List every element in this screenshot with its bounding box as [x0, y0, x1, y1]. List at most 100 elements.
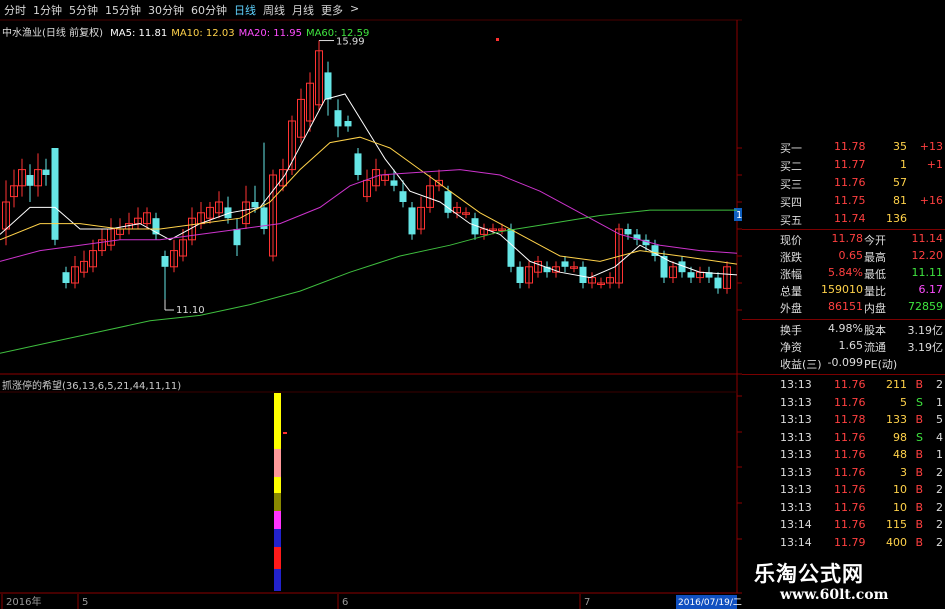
stat-row: 涨幅 5.84% 最低 11.11 — [742, 266, 945, 281]
indicator-bar-segment — [274, 449, 281, 477]
candle-body-down — [561, 261, 569, 267]
indicator-bar-segment — [274, 569, 281, 591]
tick-price: 11.79 — [834, 535, 866, 549]
indicator-bar-segment — [274, 529, 281, 547]
tick-time: 13:14 — [780, 535, 812, 549]
candle-body-down — [390, 180, 398, 186]
tick-side: S — [916, 430, 923, 444]
stat-value: 3.19亿 — [907, 341, 944, 354]
indicator-marker — [283, 432, 287, 434]
stat-label: PE(动) — [864, 358, 898, 371]
watermark: 乐淘公式网 www.60lt.com — [742, 555, 945, 609]
tick-price: 11.76 — [834, 465, 866, 479]
tick-time: 13:13 — [780, 483, 812, 496]
tick-row: 13:13 11.76 211 B 2 — [742, 378, 945, 393]
tick-time: 13:14 — [780, 518, 812, 531]
order-price: 11.77 — [834, 158, 866, 171]
stat-label: 现价 — [780, 234, 802, 247]
stat-value: 86151 — [828, 300, 863, 313]
candle-body-down — [687, 272, 695, 278]
tick-price: 11.76 — [834, 483, 866, 496]
candle-body-down — [62, 272, 70, 283]
tick-side: B — [915, 448, 923, 461]
tick-row: 13:13 11.76 10 B 2 — [742, 483, 945, 498]
tick-row: 13:13 11.76 5 S 1 — [742, 396, 945, 411]
tick-price: 11.78 — [834, 413, 866, 426]
candle-body-down — [624, 229, 632, 235]
order-volume: 1 — [900, 158, 907, 171]
indicator-bar-segment — [274, 393, 281, 449]
candle-body-down — [714, 277, 722, 289]
order-volume: 35 — [893, 140, 907, 153]
tick-volume: 48 — [893, 448, 907, 461]
order-change: +13 — [919, 140, 943, 153]
stat-label: 最高 — [864, 251, 886, 264]
tick-volume: 98 — [893, 430, 907, 444]
tick-time: 13:13 — [780, 465, 812, 479]
tick-count: 2 — [936, 465, 943, 479]
stat-row: 净资 1.65 流通 3.19亿 — [742, 339, 945, 354]
tick-row: 13:13 11.76 10 B 2 — [742, 501, 945, 516]
quote-separator — [742, 374, 945, 375]
stat-value: 1.65 — [838, 339, 864, 352]
tick-count: 2 — [936, 500, 943, 514]
stat-value: 5.84% — [828, 266, 863, 279]
tick-side: B — [915, 483, 923, 496]
stat-value: 12.20 — [911, 249, 944, 262]
tick-volume: 10 — [893, 483, 907, 496]
indicator-title: 抓涨停的希望(36,13,6,5,21,44,11,11) — [2, 381, 182, 392]
order-change: +1 — [926, 158, 943, 171]
indicator-bar-segment — [274, 547, 281, 569]
order-label: 买三 — [780, 178, 802, 191]
stat-row: 换手 4.98% 股本 3.19亿 — [742, 322, 945, 337]
tick-side: B — [915, 518, 923, 531]
tick-volume: 400 — [886, 535, 907, 549]
tick-side: B — [915, 465, 923, 479]
tick-row: 13:13 11.76 98 S 4 — [742, 431, 945, 446]
stat-label: 股本 — [864, 324, 886, 337]
order-volume: 81 — [893, 194, 907, 207]
candle-body-down — [161, 256, 169, 267]
watermark-url: www.60lt.com — [780, 587, 889, 603]
stat-row: 现价 11.78 今开 11.14 — [742, 232, 945, 247]
tick-side: B — [915, 378, 923, 391]
candle-body-down — [251, 202, 259, 208]
tick-time: 13:13 — [780, 448, 812, 461]
tick-price: 11.76 — [834, 395, 866, 409]
order-row: 买五 11.74 136 — [742, 212, 945, 227]
stat-value: 0.65 — [838, 249, 864, 262]
kline-chart[interactable]: 14.0013.5013.0012.5012.0011.5011.0012.65… — [0, 0, 742, 609]
tick-count: 2 — [936, 518, 943, 531]
order-row: 买一 11.78 35 +13 — [742, 140, 945, 155]
stat-label: 涨幅 — [780, 268, 802, 281]
stat-row: 收益(三) -0.099 PE(动) — [742, 356, 945, 371]
stat-value: 11.11 — [911, 266, 944, 279]
stat-value: 4.98% — [828, 322, 863, 335]
date-axis-label: 5 — [82, 597, 88, 608]
quote-panel: 买一 11.78 35 +13 买二 11.77 1 +1 买三 11.76 57 买四 11.75 81… — [742, 138, 945, 609]
date-axis-label: 7 — [584, 597, 590, 608]
tick-price: 11.76 — [834, 500, 866, 514]
stat-label: 最低 — [864, 268, 886, 281]
order-volume: 136 — [886, 212, 907, 225]
candle-body-down — [408, 207, 416, 235]
order-price: 11.78 — [834, 140, 866, 153]
quote-separator — [742, 229, 945, 230]
tick-count: 2 — [936, 378, 943, 391]
signal-dot — [496, 38, 499, 41]
high-label: 15.99 — [336, 37, 365, 48]
stat-label: 收益(三) — [780, 358, 822, 371]
candle-body-down — [233, 229, 241, 246]
tick-count: 1 — [936, 395, 943, 409]
tick-price: 11.76 — [834, 430, 866, 444]
tick-count: 5 — [936, 413, 943, 426]
candle-body-down — [344, 121, 352, 127]
watermark-title: 乐淘公式网 — [754, 562, 864, 586]
indicator-bar-segment — [274, 493, 281, 511]
stat-value: -0.099 — [827, 356, 863, 369]
tick-side: B — [915, 413, 923, 426]
candle-body-down — [26, 175, 34, 186]
order-price: 11.76 — [834, 176, 866, 189]
tick-count: 1 — [936, 448, 943, 461]
tick-volume: 3 — [900, 465, 907, 479]
